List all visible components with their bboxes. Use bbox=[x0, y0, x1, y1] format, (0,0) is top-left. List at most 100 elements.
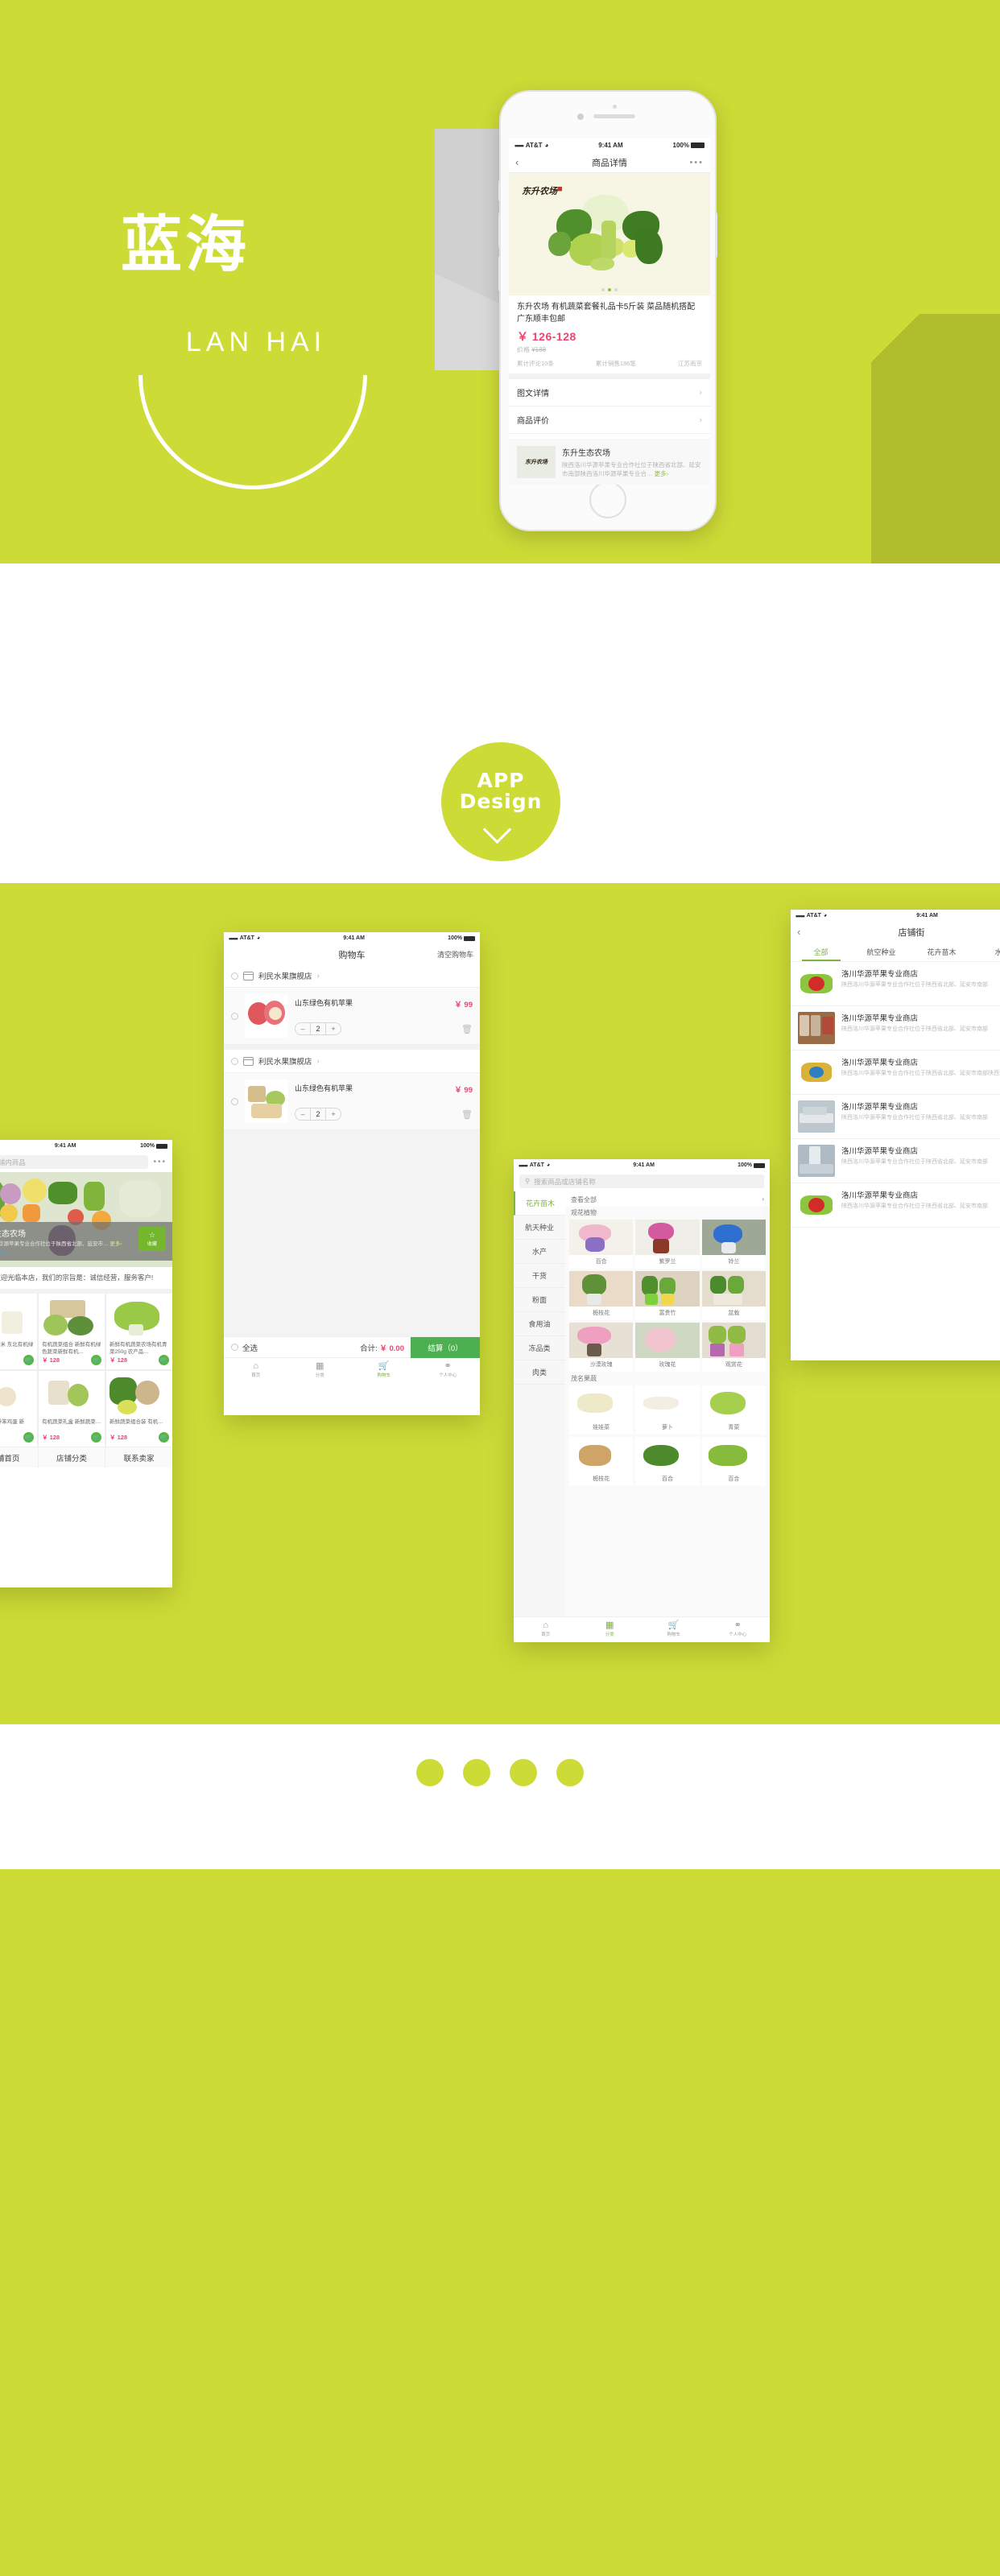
row-product-reviews[interactable]: 商品评价 › bbox=[509, 407, 710, 434]
category-item[interactable]: 栀枝花 bbox=[569, 1437, 634, 1486]
tab-all[interactable]: 全部 bbox=[791, 942, 851, 961]
quantity-stepper[interactable]: – 2 + bbox=[295, 1107, 341, 1121]
decrease-button[interactable]: – bbox=[295, 1023, 310, 1034]
tab-cart[interactable]: 🛒 购物车 bbox=[352, 1358, 416, 1381]
sidebar-item-aerospace-seeds[interactable]: 航天种业 bbox=[514, 1216, 565, 1240]
trash-icon[interactable]: 🗑 bbox=[436, 1109, 473, 1120]
favorite-button[interactable]: ☆ 收藏 bbox=[138, 1227, 166, 1251]
store-more-link[interactable]: 更多› bbox=[110, 1241, 122, 1247]
tab-profile-label: 个人中心 bbox=[439, 1373, 457, 1378]
sidebar-item-noodles[interactable]: 粉面 bbox=[514, 1288, 565, 1312]
sidebar-item-meat[interactable]: 肉类 bbox=[514, 1360, 565, 1385]
item-checkbox[interactable] bbox=[231, 1097, 238, 1105]
tab-flowers[interactable]: 花卉苗木 bbox=[911, 942, 972, 961]
tab-profile[interactable]: ⚭ 个人中心 bbox=[416, 1358, 481, 1381]
store-desc: 陕西洛川华源苹果专业合作社位于陕西省北部、延安市南部 bbox=[841, 1159, 988, 1165]
category-item[interactable]: 观赏花 bbox=[701, 1323, 766, 1372]
cart-shop-header[interactable]: 利民水果旗舰店 › bbox=[224, 1045, 480, 1073]
tab-categories[interactable]: ▦ 分类 bbox=[288, 1358, 353, 1381]
decrease-button[interactable]: – bbox=[295, 1108, 310, 1120]
shop-checkbox[interactable] bbox=[231, 1057, 238, 1065]
store-row[interactable]: 洛川华源苹果专业商店 陕西洛川华源苹果专业合作社位于陕西省北部、延安市南部 bbox=[791, 962, 1000, 1006]
pager-dot[interactable] bbox=[614, 288, 618, 291]
tab-aquatic[interactable]: 水产 bbox=[972, 942, 1000, 961]
product-cell[interactable]: 新鲜有机蔬菜农场有机青菜250g 农产品… ￥ 128 🛒 bbox=[106, 1294, 172, 1369]
sidebar-item-dry-goods[interactable]: 干货 bbox=[514, 1264, 565, 1288]
row-graphic-details[interactable]: 图文详情 › bbox=[509, 379, 710, 407]
view-all-row[interactable]: 查看全部 › bbox=[565, 1191, 770, 1206]
store-tab-home[interactable]: 店铺首页 bbox=[0, 1447, 39, 1468]
store-row[interactable]: 洛川华源苹果专业商店 陕西洛川华源苹果专业合作社位于陕西省北部、延安市南部 bbox=[791, 1183, 1000, 1228]
category-item[interactable]: 沙漠玫瑰 bbox=[569, 1323, 634, 1372]
store-desc: 陕西洛川华源苹果专业合作社位于陕西省北部、延安市南部 bbox=[841, 1115, 988, 1121]
category-item[interactable]: 铃兰 bbox=[701, 1220, 766, 1269]
quantity-stepper[interactable]: – 2 + bbox=[295, 1022, 341, 1035]
store-info-overlay: 东升生态农场 陕西洛川华源苹果专业合作社位于陕西省北部、延安市… 更多› ✦✦✦… bbox=[0, 1222, 172, 1261]
category-item[interactable]: 紫罗兰 bbox=[635, 1220, 700, 1269]
sidebar-item-cooking-oil[interactable]: 食用油 bbox=[514, 1312, 565, 1336]
category-search-input[interactable]: ⚲ 搜索商品或店铺名称 bbox=[519, 1174, 764, 1188]
pager-dot-active[interactable] bbox=[608, 288, 611, 291]
tab-cart[interactable]: 🛒 购物车 bbox=[642, 1617, 706, 1641]
category-item[interactable]: 百合 bbox=[701, 1437, 766, 1486]
category-item[interactable]: 萝卜 bbox=[635, 1385, 700, 1435]
product-cell[interactable]: 五常大米贡米 东北有机绿色… ￥ 128 🛒 bbox=[0, 1294, 37, 1369]
product-cell[interactable]: 新鲜蔬菜组合装 有机… ￥ 128 🛒 bbox=[106, 1371, 172, 1447]
category-item[interactable]: 盆栽 bbox=[701, 1271, 766, 1320]
product-hero-image[interactable]: 东升农场■ bbox=[509, 173, 710, 295]
store-row[interactable]: 洛川华源苹果专业商店 陕西洛川华源苹果专业合作社位于陕西省北部、延安市南部 bbox=[791, 1006, 1000, 1051]
back-icon[interactable]: ‹ bbox=[797, 926, 800, 938]
category-item[interactable]: 栀枝花 bbox=[569, 1271, 634, 1320]
store-row[interactable]: 洛川华源苹果专业商店 陕西洛川华源苹果专业合作社位于陕西省北部、延安市南部 bbox=[791, 1095, 1000, 1139]
store-row[interactable]: 洛川华源苹果专业商店 陕西洛川华源苹果专业合作社位于陕西省北部、延安市南部 bbox=[791, 1139, 1000, 1183]
store-tab-contact[interactable]: 联系卖家 bbox=[105, 1447, 172, 1468]
add-to-cart-icon[interactable]: 🛒 bbox=[23, 1432, 34, 1443]
tab-home[interactable]: ⌂ 首页 bbox=[224, 1358, 288, 1381]
tab-profile[interactable]: ⚭ 个人中心 bbox=[706, 1617, 771, 1641]
add-to-cart-icon[interactable]: 🛒 bbox=[91, 1355, 101, 1365]
category-item[interactable]: 玫瑰花 bbox=[635, 1323, 700, 1372]
store-tab-categories[interactable]: 店铺分类 bbox=[39, 1447, 106, 1468]
increase-button[interactable]: + bbox=[326, 1023, 341, 1034]
sidebar-item-flowers[interactable]: 花卉苗木 bbox=[514, 1191, 565, 1216]
back-icon[interactable]: ‹ bbox=[515, 156, 519, 168]
shop-checkbox[interactable] bbox=[231, 972, 238, 980]
sidebar-item-aquatic[interactable]: 水产 bbox=[514, 1240, 565, 1264]
category-item[interactable]: 娃娃菜 bbox=[569, 1385, 634, 1435]
product-cell[interactable]: 有机蔬菜礼盒 新鲜蔬菜… ￥ 128 🛒 bbox=[39, 1371, 105, 1447]
add-to-cart-icon[interactable]: 🛒 bbox=[159, 1432, 169, 1443]
store-search-input[interactable]: ⚲ 店铺内商品 bbox=[0, 1155, 149, 1169]
pager-dot[interactable] bbox=[601, 288, 605, 291]
shop-more-link[interactable]: 更多› bbox=[655, 470, 669, 477]
cart-shop-header[interactable]: 利民水果旗舰店 › bbox=[224, 964, 480, 988]
sidebar-item-frozen[interactable]: 冻品类 bbox=[514, 1336, 565, 1360]
store-row[interactable]: 洛川华源苹果专业商店 陕西洛川华源苹果专业合作社位于陕西省北部、延安市南部陕西洛… bbox=[791, 1051, 1000, 1095]
store-thumbnail bbox=[798, 1145, 835, 1177]
image-pager[interactable] bbox=[509, 288, 710, 291]
badge-line-1: APP bbox=[477, 768, 525, 792]
item-thumbnail[interactable] bbox=[245, 994, 288, 1038]
category-item[interactable]: 富贵竹 bbox=[635, 1271, 700, 1320]
more-icon[interactable]: ••• bbox=[689, 158, 704, 167]
increase-button[interactable]: + bbox=[326, 1108, 341, 1120]
tab-aerospace-seeds[interactable]: 航空种业 bbox=[851, 942, 911, 961]
add-to-cart-icon[interactable]: 🛒 bbox=[91, 1432, 101, 1443]
category-item[interactable]: 青菜 bbox=[701, 1385, 766, 1435]
tab-categories[interactable]: ▦ 分类 bbox=[578, 1617, 643, 1641]
more-icon[interactable]: ••• bbox=[153, 1158, 167, 1166]
select-all-checkbox[interactable] bbox=[231, 1344, 238, 1351]
item-checkbox[interactable] bbox=[231, 1012, 238, 1020]
add-to-cart-icon[interactable]: 🛒 bbox=[159, 1355, 169, 1365]
clear-cart-button[interactable]: 清空购物车 bbox=[437, 949, 473, 960]
product-cell[interactable]: 有机蔬菜组合 新鲜有机绿色蔬菜新鲜有机… ￥ 128 🛒 bbox=[39, 1294, 105, 1369]
product-cell[interactable]: 土鸡蛋 散养笨鸡蛋 新鲜… ￥ 128 🛒 bbox=[0, 1371, 37, 1447]
home-button[interactable] bbox=[589, 481, 626, 518]
checkout-button[interactable]: 结算（0） bbox=[411, 1336, 480, 1358]
add-to-cart-icon[interactable]: 🛒 bbox=[23, 1355, 34, 1365]
tab-home[interactable]: ⌂ 首页 bbox=[514, 1617, 578, 1641]
category-item[interactable]: 百合 bbox=[569, 1220, 634, 1269]
select-all-control[interactable]: 全选 bbox=[224, 1342, 258, 1353]
category-item[interactable]: 百合 bbox=[635, 1437, 700, 1486]
trash-icon[interactable]: 🗑 bbox=[436, 1024, 473, 1034]
item-thumbnail[interactable] bbox=[245, 1080, 288, 1123]
